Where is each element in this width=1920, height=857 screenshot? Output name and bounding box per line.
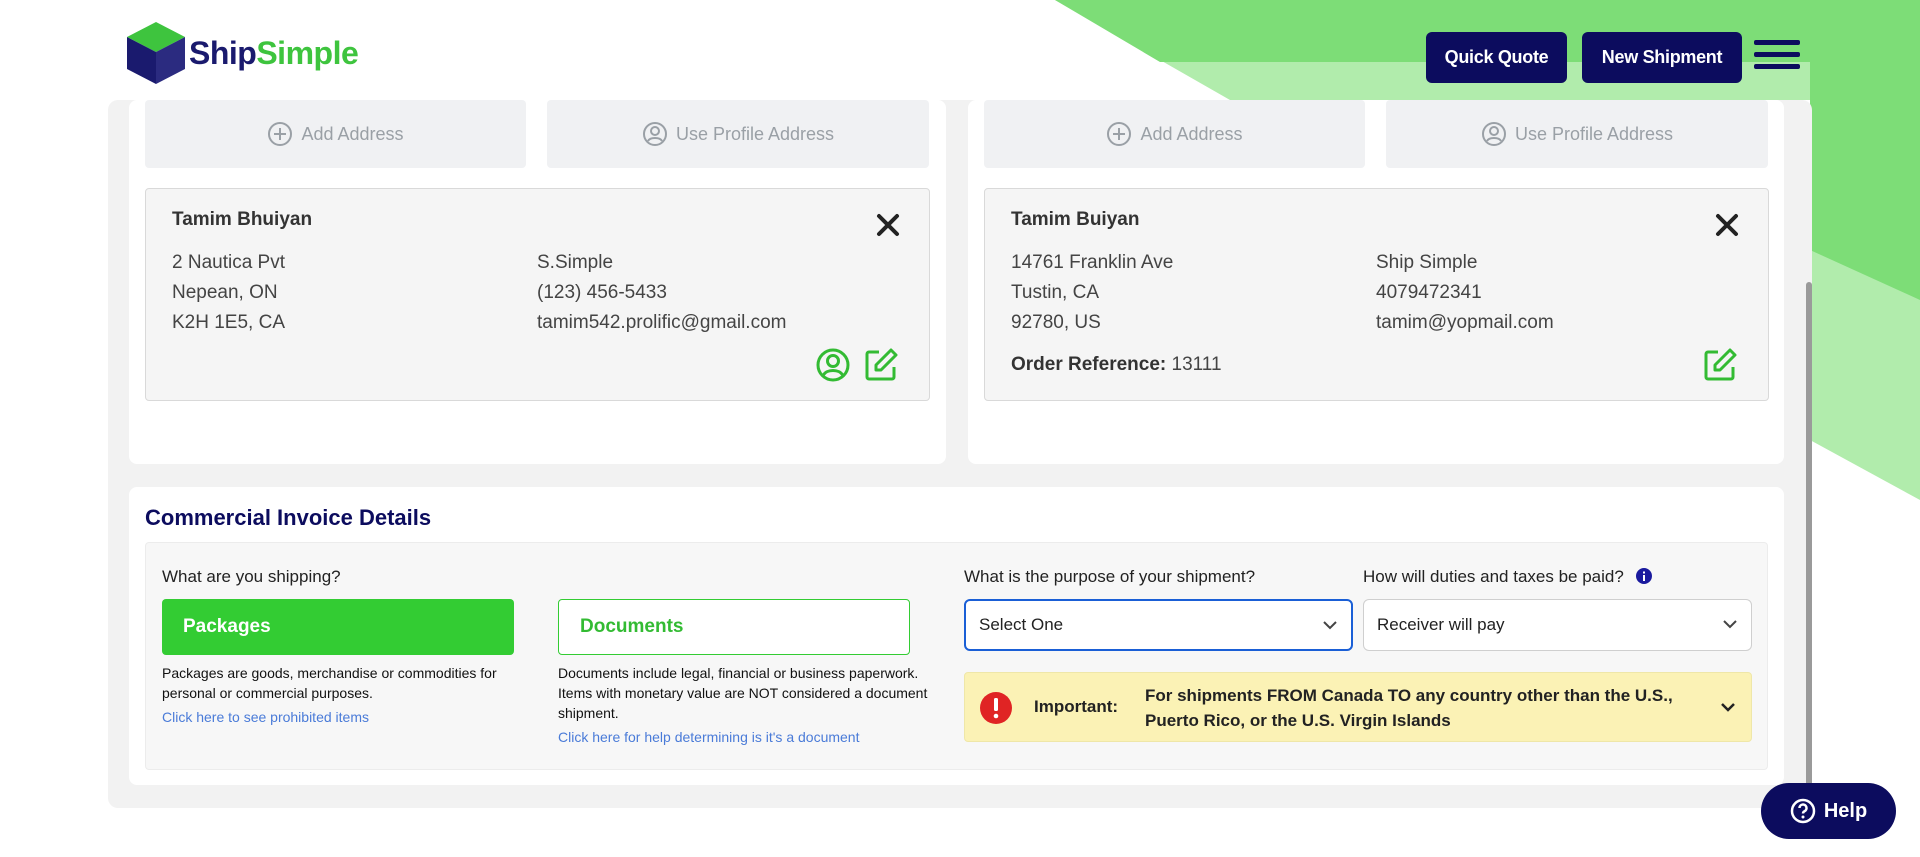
recipient-company: Ship Simple [1376, 252, 1478, 273]
chevron-down-icon [1723, 620, 1737, 629]
sender-phone: (123) 456-5433 [537, 282, 667, 303]
recipient-card: Add Address Use Profile Address Tamim Bu… [968, 100, 1784, 464]
edit-icon[interactable] [1702, 347, 1738, 383]
document-help-link[interactable]: Click here for help determining is it's … [558, 729, 859, 745]
duties-label: How will duties and taxes be paid? [1363, 567, 1653, 587]
packages-button[interactable]: Packages [162, 599, 514, 655]
packages-description: Packages are goods, merchandise or commo… [162, 665, 497, 701]
order-reference-value: 13111 [1171, 354, 1222, 375]
what-shipping-label: What are you shipping? [162, 567, 341, 586]
use-profile-address-label: Use Profile Address [1514, 123, 1674, 144]
recipient-postal: 92780, US [1011, 312, 1101, 333]
documents-description: Documents include legal, financial or bu… [558, 665, 928, 721]
order-reference: Order Reference: 13111 [1011, 354, 1222, 376]
sender-use-profile-address-button[interactable]: Use Profile Address [547, 100, 929, 168]
purpose-select-value: Select One [979, 615, 1064, 634]
close-icon[interactable] [876, 213, 900, 237]
scrollbar[interactable] [1806, 282, 1812, 802]
sender-company: S.Simple [537, 252, 614, 273]
sender-city: Nepean, ON [172, 282, 278, 303]
recipient-phone: 4079472341 [1376, 282, 1482, 303]
recipient-street: 14761 Franklin Ave [1011, 252, 1174, 273]
edit-icon[interactable] [863, 347, 899, 383]
recipient-use-profile-address-button[interactable]: Use Profile Address [1386, 100, 1768, 168]
chevron-down-icon[interactable] [1721, 702, 1735, 712]
logo-text: ShipSimple [189, 34, 359, 71]
sender-postal: K2H 1E5, CA [172, 312, 285, 333]
purpose-select[interactable]: Select One [964, 599, 1353, 651]
question-circle-icon [1790, 798, 1816, 824]
recipient-add-address-button[interactable]: Add Address [984, 100, 1365, 168]
close-icon[interactable] [1715, 213, 1739, 237]
important-notice[interactable]: Important: For shipments FROM Canada TO … [964, 672, 1752, 742]
plus-circle-icon [1107, 122, 1132, 146]
user-circle-icon [642, 122, 667, 146]
important-label: Important: [1034, 697, 1119, 716]
sender-street: 2 Nautica Pvt [172, 252, 285, 273]
new-shipment-button[interactable]: New Shipment [1582, 32, 1742, 83]
purpose-label: What is the purpose of your shipment? [964, 567, 1256, 586]
order-reference-label: Order Reference: [1011, 354, 1167, 375]
use-profile-address-label: Use Profile Address [675, 123, 835, 144]
add-address-label: Add Address [301, 123, 404, 144]
chevron-down-icon [1323, 621, 1337, 630]
hamburger-menu-icon[interactable] [1754, 40, 1800, 74]
help-label: Help [1823, 799, 1868, 822]
sender-email: tamim542.prolific@gmail.com [537, 312, 787, 333]
shipsimple-logo[interactable]: ShipSimple [125, 20, 359, 86]
duties-select[interactable]: Receiver will pay [1363, 599, 1752, 651]
documents-button[interactable]: Documents [558, 599, 910, 655]
duties-select-value: Receiver will pay [1377, 615, 1505, 634]
top-header: ShipSimple Quick Quote New Shipment [0, 0, 1920, 100]
commercial-invoice-title: Commercial Invoice Details [145, 505, 432, 530]
recipient-address-card: Tamim Buiyan 14761 Franklin Ave Tustin, … [984, 188, 1769, 401]
quick-quote-button[interactable]: Quick Quote [1426, 32, 1567, 83]
info-icon[interactable] [1635, 567, 1653, 585]
sender-card: Add Address Use Profile Address Tamim Bh… [129, 100, 946, 464]
alert-exclamation-icon [980, 692, 1012, 724]
sender-name: Tamim Bhuiyan [172, 209, 313, 230]
recipient-email: tamim@yopmail.com [1376, 312, 1554, 333]
recipient-city: Tustin, CA [1011, 282, 1099, 303]
recipient-name: Tamim Buiyan [1011, 209, 1140, 230]
cube-logo-icon [127, 22, 185, 84]
duties-label-text: How will duties and taxes be paid? [1363, 567, 1624, 586]
sender-address-card: Tamim Bhuiyan 2 Nautica Pvt Nepean, ON K… [145, 188, 930, 401]
plus-circle-icon [268, 122, 293, 146]
add-address-label: Add Address [1140, 123, 1243, 144]
user-circle-icon [1481, 122, 1506, 146]
profile-user-icon[interactable] [815, 347, 851, 383]
prohibited-items-link[interactable]: Click here to see prohibited items [162, 709, 369, 725]
important-text: For shipments FROM Canada TO any country… [1145, 686, 1673, 730]
sender-add-address-button[interactable]: Add Address [145, 100, 526, 168]
help-button[interactable]: Help [1761, 783, 1896, 839]
